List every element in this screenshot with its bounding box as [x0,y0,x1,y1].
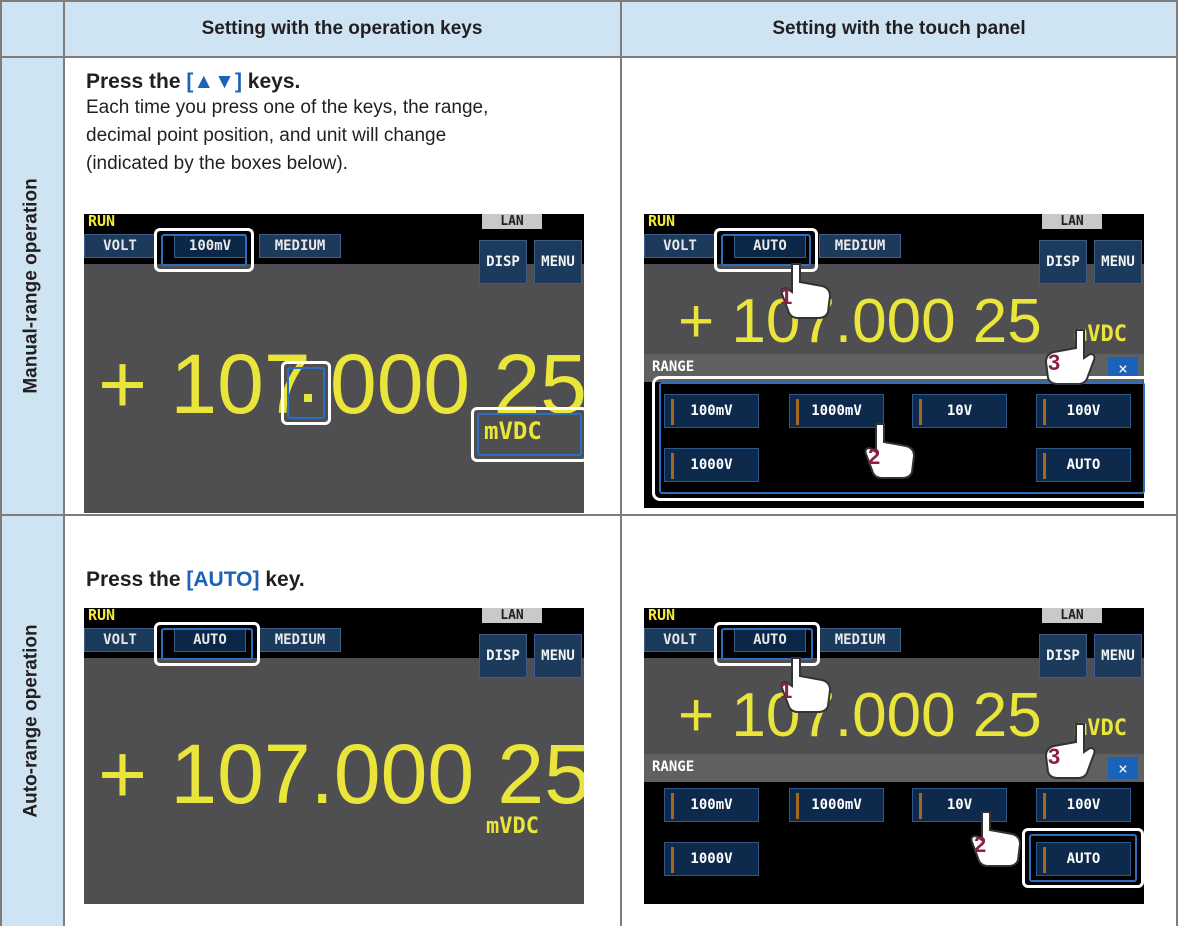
grid-line [0,514,1178,516]
auto-key-label: [AUTO] [186,568,260,591]
step-number: 1 [780,284,793,309]
row-title-manual-range: Manual-range operation [0,57,64,514]
function-volt-tab[interactable]: VOLT [84,234,156,258]
auto-range-highlight-inner [161,628,253,660]
disp-button[interactable]: DISP [479,240,527,284]
range-button-1000v[interactable]: 1000V [664,842,759,876]
decimal-point-dot [304,394,312,402]
unit-label: mVDC [486,814,539,839]
step-number: 2 [868,444,881,469]
step-prefix: Press the [86,568,187,591]
description-line: decimal point position, and unit will ch… [86,125,447,146]
column-title-touch-panel: Setting with the touch panel [772,17,1026,39]
manual-step-description: Each time you press one of the keys, the… [86,94,606,178]
row-title-auto-range: Auto-range operation [0,516,64,926]
description-line: Each time you press one of the keys, the… [86,97,489,118]
speed-medium-tab[interactable]: MEDIUM [819,234,901,258]
function-volt-tab[interactable]: VOLT [84,628,156,652]
speed-medium-tab[interactable]: MEDIUM [259,234,341,258]
hand-pointer-icon-step-2: 2 [862,422,918,480]
unit-highlight-inner [477,413,582,456]
run-status: RUN [648,214,676,230]
row-title-text: Auto-range operation [21,624,43,818]
hand-pointer-icon-step-1: 1 [778,262,834,320]
close-icon[interactable]: × [1108,757,1138,779]
hand-pointer-icon-step-1: 1 [778,656,834,714]
range-highlight-inner [161,234,247,266]
speed-medium-tab[interactable]: MEDIUM [259,628,341,652]
step-prefix: Press the [86,70,187,93]
reading-value: + 107.000 25 [678,681,1042,750]
lan-indicator: LAN [1042,214,1102,229]
function-volt-tab[interactable]: VOLT [644,628,716,652]
range-panel-title: RANGE [652,359,695,375]
row-title-text: Manual-range operation [21,177,43,394]
step-suffix: keys. [241,70,301,93]
auto-button-highlight-inner [1029,834,1137,882]
auto-step-instruction: Press the [AUTO] key. [86,568,305,592]
manual-step-instruction: Press the [▲▼] keys. [86,70,300,94]
hand-pointer-icon-step-2: 2 [968,810,1024,868]
speed-medium-tab[interactable]: MEDIUM [819,628,901,652]
disp-button[interactable]: DISP [1039,634,1087,678]
grid-line [620,0,622,926]
reading-value-part1: + 107 [98,337,311,431]
step-number: 1 [780,678,793,703]
hand-pointer-icon-step-3: 3 [1042,328,1098,386]
function-volt-tab[interactable]: VOLT [644,234,716,258]
reading-value: + 107.000 25 [678,287,1042,356]
run-status: RUN [88,608,116,624]
column-title-operation-keys: Setting with the operation keys [201,17,483,39]
description-line: (indicated by the boxes below). [86,153,348,174]
decimal-point-highlight-inner [287,367,325,419]
range-button-1000mv[interactable]: 1000mV [789,788,884,822]
menu-button[interactable]: MENU [534,634,582,678]
run-status: RUN [648,608,676,624]
arrow-keys-label: [▲▼] [186,70,242,93]
range-button-100v[interactable]: 100V [1036,788,1131,822]
menu-button[interactable]: MENU [1094,240,1142,284]
step-number: 2 [974,832,987,857]
lan-indicator: LAN [482,214,542,229]
lan-indicator: LAN [1042,608,1102,623]
range-button-100mv[interactable]: 100mV [664,788,759,822]
lan-indicator: LAN [482,608,542,623]
disp-button[interactable]: DISP [1039,240,1087,284]
menu-button[interactable]: MENU [534,240,582,284]
disp-button[interactable]: DISP [479,634,527,678]
hand-pointer-icon-step-3: 3 [1042,722,1098,780]
reading-value: + 107.000 25 [98,727,584,821]
range-panel-title: RANGE [652,759,695,775]
step-number: 3 [1048,350,1061,375]
step-suffix: key. [259,568,305,591]
step-number: 3 [1048,744,1061,769]
menu-button[interactable]: MENU [1094,634,1142,678]
run-status: RUN [88,214,116,230]
